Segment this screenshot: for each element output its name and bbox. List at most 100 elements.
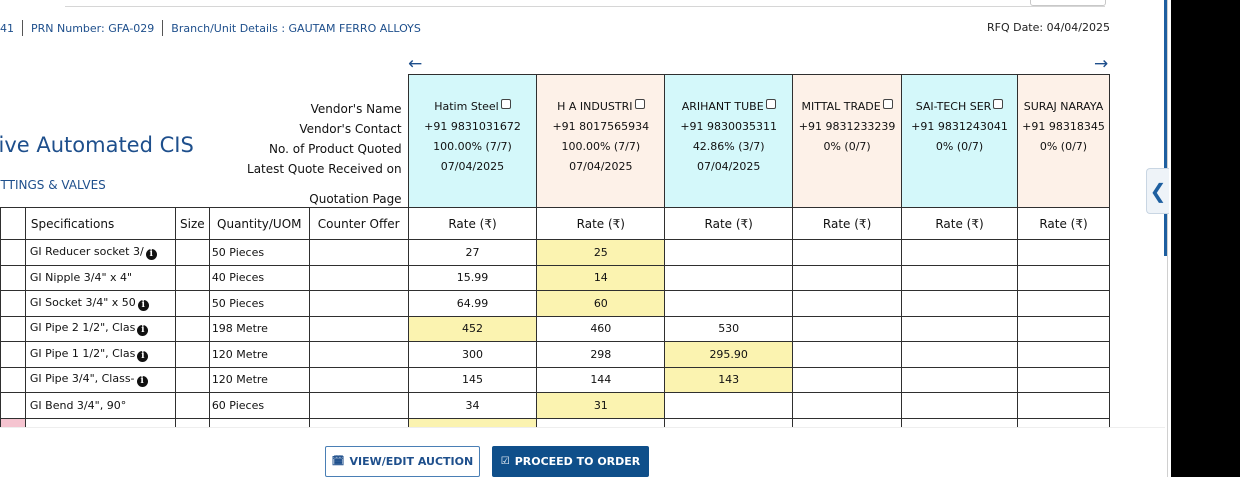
separator (22, 20, 23, 36)
vendor-row-labels: Vendor's Name Vendor's Contact No. of Pr… (247, 99, 402, 209)
rate-cell: 14 (536, 264, 666, 291)
spec-cell: GI Reducer socket 3/i (24, 239, 176, 266)
rate-cell (901, 290, 1018, 317)
vendor-name: SAI-TECH SER (915, 100, 992, 113)
rate-cell: 295.90 (664, 341, 794, 368)
spec-text: GI Pipe 3/4", Class- (29, 372, 135, 386)
counter-offer-cell[interactable] (308, 290, 409, 317)
quantity-cell: 40 Pieces (208, 264, 310, 291)
totals-cell (208, 417, 310, 427)
spec-cell: GI Socket 3/4" x 50 i (24, 290, 176, 317)
spec-cell: GI Pipe 1 1/2", Clas i (24, 341, 176, 368)
info-icon[interactable]: i (137, 350, 149, 362)
chevron-left-icon[interactable]: ❮ (1146, 168, 1169, 214)
vendor-quoted: 100.00% (7/7) (561, 140, 641, 153)
rate-cell: 64.99 (407, 290, 538, 317)
size-cell (174, 290, 210, 317)
item-rows: GI Reducer socket 3/i 50 Pieces 27 25 GI Nip… (0, 239, 1110, 427)
size-cell (174, 366, 210, 393)
vendor-select-checkbox[interactable] (993, 99, 1004, 109)
vendor-select-checkbox[interactable] (882, 99, 893, 109)
spec-text: GI Pipe 1 1/2", Clas (29, 346, 136, 360)
rate-cell: 25 (536, 239, 666, 266)
rate-cell: 34 (407, 392, 538, 419)
rate-cell (664, 392, 794, 419)
size-cell (174, 392, 210, 419)
totals-row (0, 417, 1110, 427)
rate-cell: 452 (407, 315, 538, 342)
row-index-cell (0, 239, 26, 266)
calendar-icon: 🗓︎ (331, 456, 345, 467)
rate-cell (792, 392, 903, 419)
separator (162, 20, 164, 36)
spec-cell: GI Nipple 3/4" x 4" (24, 264, 176, 291)
cis-table-container[interactable]: ive Automated CIS TTINGS & VALVES Vendor… (0, 74, 1110, 427)
spec-text: GI Reducer socket 3/ (29, 244, 144, 258)
top-divider (65, 0, 1105, 7)
rate-cell: 15.99 (407, 264, 538, 291)
totals-cell (792, 417, 903, 427)
info-icon[interactable]: i (137, 325, 149, 337)
rate-cell: 460 (536, 315, 666, 342)
vendor-column-header: Hatim Steel +91 9831031672 100.00% (7/7)… (407, 74, 538, 208)
spec-text: GI Socket 3/4" x 50 (29, 295, 136, 309)
rate-cell (664, 239, 794, 266)
vendor-contact: +91 98318345 (1022, 120, 1105, 133)
rate-cell: 298 (536, 341, 666, 368)
vendor-select-checkbox[interactable] (634, 99, 645, 109)
proceed-to-order-button[interactable]: ☑ PROCEED TO ORDER (492, 446, 649, 477)
info-icon[interactable]: i (136, 376, 148, 388)
label-quotation-page: Quotation Page (309, 191, 402, 206)
rate-cell (792, 239, 903, 266)
info-icon[interactable]: i (145, 248, 157, 260)
vendor-select-checkbox[interactable] (765, 99, 776, 109)
counter-offer-cell[interactable] (308, 264, 409, 291)
size-cell (174, 264, 210, 291)
rfq-id-fragment: 41 (0, 21, 14, 35)
specifications-header: Specifications (24, 207, 176, 240)
view-edit-auction-button[interactable]: 🗓︎ VIEW/EDIT AUCTION (325, 446, 480, 477)
rate-cell (901, 366, 1018, 393)
top-button-edge[interactable] (1030, 0, 1106, 6)
vendor-contact: +91 9831031672 (424, 120, 521, 133)
spec-text: GI Bend 3/4", 90° (29, 398, 127, 412)
rate-cell: 530 (664, 315, 794, 342)
next-vendors-arrow[interactable]: → (1094, 54, 1108, 74)
info-icon[interactable]: i (137, 299, 149, 311)
rate-cell (1016, 315, 1110, 342)
vendor-select-checkbox[interactable] (500, 99, 511, 109)
counter-offer-cell[interactable] (308, 341, 409, 368)
checkbox-icon: ☑ (500, 456, 510, 467)
label-vendor-name: Vendor's Name (310, 101, 402, 116)
vendor-column-header: MITTAL TRADE +91 9831233239 0% (0/7) (792, 74, 903, 208)
spec-text: GI Pipe 2 1/2", Clas (29, 321, 136, 335)
spec-text: GI Nipple 3/4" x 4" (29, 271, 133, 285)
rate-cell (901, 392, 1018, 419)
row-index-cell (0, 315, 26, 342)
rfq-info-bar: 41 PRN Number: GFA-029 Branch/Unit Detai… (0, 19, 421, 37)
counter-offer-cell[interactable] (308, 315, 409, 342)
rate-cell (792, 264, 903, 291)
counter-offer-cell[interactable] (308, 392, 409, 419)
view-edit-auction-label: VIEW/EDIT AUCTION (349, 455, 474, 468)
rate-header: Rate (₹) (536, 207, 666, 240)
quantity-cell: 198 Metre (208, 315, 310, 342)
prev-vendors-arrow[interactable]: ← (408, 54, 422, 74)
row-index-header (0, 207, 26, 240)
spec-cell: GI Bend 3/4", 90° (24, 392, 176, 419)
row-index-cell (0, 341, 26, 368)
size-cell (174, 239, 210, 266)
rate-cell (1016, 366, 1110, 393)
cis-header-cell: ive Automated CIS TTINGS & VALVES Vendor… (0, 74, 409, 209)
vendor-name: Hatim Steel (434, 100, 499, 113)
counter-offer-cell[interactable] (308, 366, 409, 393)
counter-offer-cell[interactable] (308, 239, 409, 266)
vendor-quote-date: 07/04/2025 (569, 160, 633, 173)
vendor-quoted: 0% (0/7) (935, 140, 984, 153)
rate-cell: 31 (536, 392, 666, 419)
vendor-quoted: 100.00% (7/7) (433, 140, 512, 153)
quantity-header: Quantity/UOM (208, 207, 310, 240)
totals-cell (24, 417, 176, 427)
rate-cell (792, 366, 903, 393)
vendor-column-header: SURAJ NARAYA +91 98318345 0% (0/7) (1016, 74, 1110, 208)
